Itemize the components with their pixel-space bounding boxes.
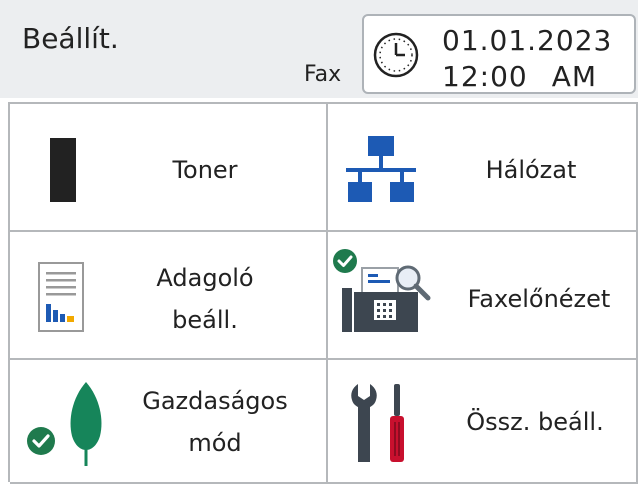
menu-tile-feeder-settings[interactable]: Adagoló beáll. [10,232,328,360]
date-time-button[interactable]: 01.01.2023 12:00 AM [362,14,636,94]
mode-label: Fax [304,62,342,87]
toner-label: Toner [172,156,238,184]
all-settings-label: Össz. beáll. [466,408,604,436]
network-label: Hálózat [485,156,577,184]
checkmark-icon [27,427,55,455]
eco-label-line1: Gazdaságos [142,387,288,415]
time-value: 12:00 [442,60,528,93]
network-icon [346,136,416,202]
toner-cartridge-icon [50,138,76,202]
feeder-label-line2: beáll. [172,306,238,334]
leaf-icon [70,382,102,466]
date-display: 01.01.2023 [442,24,613,57]
settings-menu-grid: Toner Hálózat Adagoló beáll. Faxelőnézet… [8,102,638,484]
menu-tile-eco-mode[interactable]: Gazdaságos mód [10,360,328,484]
menu-tile-toner[interactable]: Toner [10,104,328,232]
page-title: Beállít. [22,22,119,55]
clock-icon [373,32,419,78]
feeder-label-line1: Adagoló [156,264,254,292]
time-display: 12:00 AM [442,60,597,93]
menu-tile-all-settings[interactable]: Össz. beáll. [328,360,638,484]
menu-tile-fax-preview[interactable]: Faxelőnézet [328,232,638,360]
status-bar: Beállít. Fax 01.01.2023 12:00 AM [0,0,638,98]
eco-label-line2: mód [188,429,242,457]
fax-preview-icon [342,265,431,332]
menu-tile-network[interactable]: Hálózat [328,104,638,232]
tools-icon [351,384,404,462]
document-chart-icon [38,262,84,332]
fax-preview-label: Faxelőnézet [467,285,611,313]
am-pm: AM [551,60,598,93]
